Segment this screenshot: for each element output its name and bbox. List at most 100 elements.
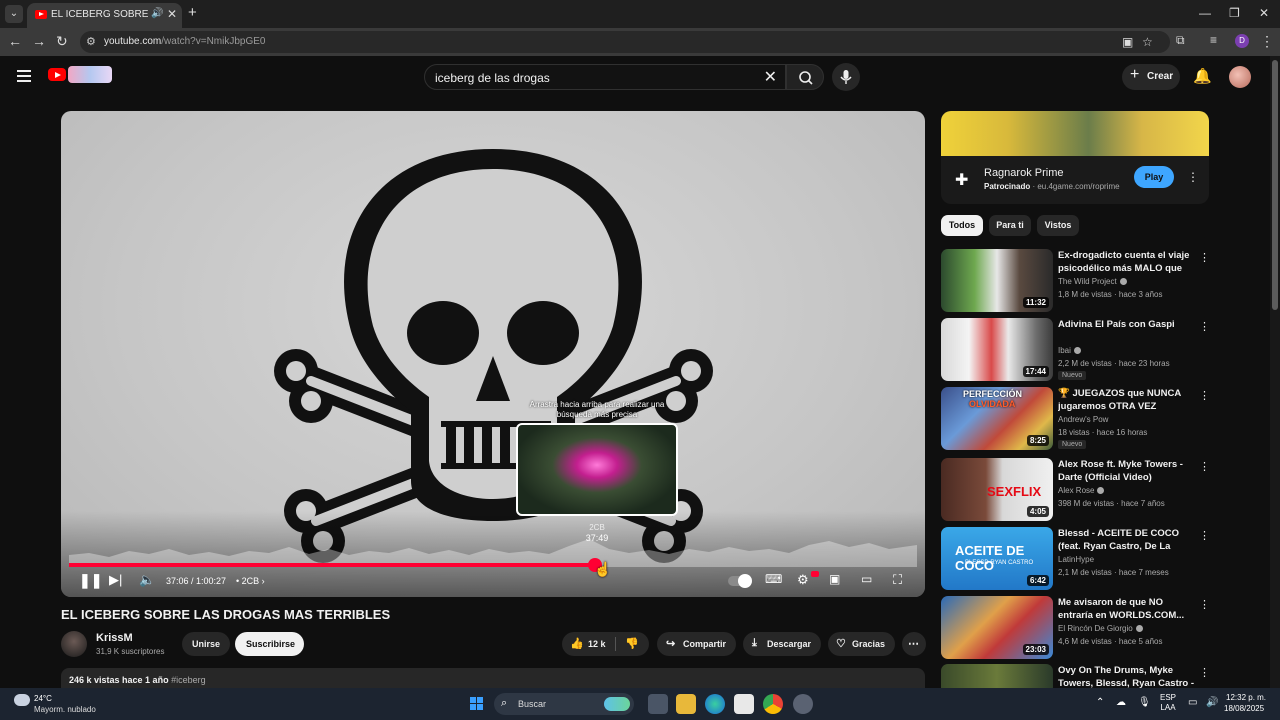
search-button[interactable]	[786, 64, 824, 90]
window-restore-button[interactable]: ❐	[1229, 6, 1240, 20]
rec-more-icon[interactable]: ⋮	[1199, 529, 1210, 542]
like-count[interactable]: 12 k	[588, 639, 606, 649]
share-button[interactable]: ↪ Compartir	[657, 632, 736, 656]
chapter-button[interactable]: • 2CB ›	[236, 576, 265, 586]
menu-icon[interactable]	[17, 70, 31, 82]
ad-play-button[interactable]: Play	[1134, 166, 1174, 188]
profile-avatar-icon[interactable]: D	[1235, 34, 1249, 48]
clock-date[interactable]: 18/08/2025	[1224, 704, 1264, 713]
subtitles-icon[interactable]: ⌨	[765, 572, 782, 586]
theater-mode-icon[interactable]: ▭	[861, 572, 872, 586]
tab-audio-icon[interactable]: 🔊	[151, 8, 163, 19]
video-thumbnail[interactable]: PERFECCIÓN OLVIDADA 8:25	[941, 387, 1053, 450]
autoplay-toggle[interactable]	[728, 574, 752, 588]
rec-channel[interactable]: Ibai	[1058, 346, 1081, 355]
rec-title[interactable]: Alex Rose ft. Myke Towers - Darte (Offic…	[1058, 458, 1196, 484]
media-icon[interactable]: ≡	[1210, 33, 1217, 47]
rec-title[interactable]: Adivina El País con Gaspi	[1058, 318, 1196, 331]
recommendation-item[interactable]: 23:03 Me avisaron de que NO entraría en …	[941, 596, 1216, 662]
video-thumbnail[interactable]: 17:44	[941, 318, 1053, 381]
tray-app-icon[interactable]: ☁	[1116, 697, 1126, 708]
chrome-menu-icon[interactable]: ⋮	[1260, 33, 1274, 50]
video-thumbnail[interactable]	[941, 664, 1053, 688]
rec-more-icon[interactable]: ⋮	[1199, 598, 1210, 611]
weather-description[interactable]: Mayorm. nublado	[34, 705, 96, 714]
create-button[interactable]: + Crear	[1122, 64, 1180, 90]
channel-name[interactable]: KrissM	[96, 632, 133, 644]
ad-more-icon[interactable]: ⋮	[1187, 170, 1199, 184]
rec-channel[interactable]: The Wild Project	[1058, 277, 1127, 286]
rec-more-icon[interactable]: ⋮	[1199, 389, 1210, 402]
weather-cloud-icon[interactable]	[14, 694, 30, 706]
bookmark-star-icon[interactable]: ☆	[1142, 35, 1153, 49]
network-icon[interactable]: ▭	[1188, 697, 1197, 708]
chip-todos[interactable]: Todos	[941, 215, 983, 236]
task-view-icon[interactable]	[648, 694, 668, 714]
rec-title[interactable]: Ovy On The Drums, Myke Towers, Blessd, R…	[1058, 664, 1196, 688]
tray-overflow-icon[interactable]: ⌃	[1096, 697, 1104, 708]
rec-more-icon[interactable]: ⋮	[1199, 460, 1210, 473]
cast-icon[interactable]: ▣	[1122, 35, 1133, 49]
account-avatar[interactable]	[1229, 66, 1251, 88]
chip-vistos[interactable]: Vistos	[1037, 215, 1079, 236]
rec-more-icon[interactable]: ⋮	[1199, 666, 1210, 679]
site-info-icon[interactable]: ⚙	[86, 35, 96, 48]
subscribe-button[interactable]: Suscribirse	[235, 632, 304, 656]
more-actions-button[interactable]: ⋯	[902, 632, 926, 656]
weather-temperature[interactable]: 24°C	[34, 694, 52, 703]
ad-banner-image[interactable]	[941, 111, 1209, 156]
download-button[interactable]: ⤓ Descargar	[743, 632, 821, 656]
progress-bar[interactable]	[69, 558, 917, 572]
recommendation-item[interactable]: SEXFLIX 4:05 Alex Rose ft. Myke Towers -…	[941, 458, 1216, 524]
chrome-icon[interactable]	[763, 694, 783, 714]
next-video-icon[interactable]: ▶|	[109, 572, 122, 588]
settings-gear-icon[interactable]: ⚙	[797, 572, 809, 588]
pause-icon[interactable]: ❚❚	[79, 572, 102, 589]
rec-channel[interactable]: El Rincón De Giorgio	[1058, 624, 1143, 633]
address-bar[interactable]: ⚙ youtube.com/watch?v=NmikJbpGE0 ▣ ☆	[80, 31, 1170, 53]
ad-title[interactable]: Ragnarok Prime	[984, 167, 1063, 179]
channel-avatar[interactable]	[61, 631, 87, 657]
recommendation-item[interactable]: ACEITE DE COCO BLESSD RYAN CASTRO 6:42 B…	[941, 527, 1216, 593]
recommendation-item[interactable]: Ovy On The Drums, Myke Towers, Blessd, R…	[941, 664, 1216, 688]
fullscreen-icon[interactable]: ⛶	[893, 572, 902, 588]
url-text[interactable]: youtube.com/watch?v=NmikJbpGE0	[104, 36, 265, 47]
recommendation-item[interactable]: PERFECCIÓN OLVIDADA 8:25 🏆 JUEGAZOS que …	[941, 387, 1216, 453]
microsoft-store-icon[interactable]	[734, 694, 754, 714]
new-tab-button[interactable]: +	[188, 5, 197, 21]
reload-icon[interactable]: ↻	[56, 33, 68, 50]
search-query[interactable]: iceberg de las drogas	[435, 71, 550, 85]
search-input[interactable]: iceberg de las drogas ✕	[424, 64, 786, 90]
recommendation-item[interactable]: 11:32 Ex-drogadicto cuenta el viaje psic…	[941, 249, 1216, 315]
rec-channel[interactable]: LatinHype	[1058, 555, 1094, 564]
extensions-icon[interactable]: ⧉	[1176, 33, 1185, 48]
rec-more-icon[interactable]: ⋮	[1199, 320, 1210, 333]
file-explorer-icon[interactable]	[676, 694, 696, 714]
taskbar-search[interactable]: ⌕ Buscar	[494, 693, 634, 715]
back-icon[interactable]: ←	[8, 33, 22, 49]
thanks-button[interactable]: ♡ Gracias	[828, 632, 895, 656]
description-box[interactable]: 246 k vistas hace 1 año #iceberg	[61, 668, 925, 690]
dislike-icon[interactable]: 👎	[625, 637, 639, 650]
hashtag-link[interactable]: #iceberg	[171, 675, 206, 685]
like-icon[interactable]: 👍	[570, 637, 584, 650]
window-close-button[interactable]: ✕	[1259, 6, 1269, 20]
microphone-tray-icon[interactable]: 🎙	[1138, 697, 1151, 708]
tab-close-icon[interactable]: ✕	[167, 7, 177, 21]
rec-title[interactable]: Blessd - ACEITE DE COCO (feat. Ryan Cast…	[1058, 527, 1196, 553]
app-icon[interactable]	[793, 694, 813, 714]
ad-card[interactable]: ✚ Ragnarok Prime Patrocinado · eu.4game.…	[941, 156, 1209, 204]
tab-search-button[interactable]: ⌄	[5, 5, 23, 23]
video-thumbnail[interactable]: 23:03	[941, 596, 1053, 659]
page-scrollbar-thumb[interactable]	[1272, 60, 1278, 310]
recommendation-item[interactable]: 17:44 Adivina El País con Gaspi Ibai 2,2…	[941, 318, 1216, 384]
rec-channel[interactable]: Alex Rose	[1058, 486, 1105, 495]
edge-browser-icon[interactable]	[705, 694, 725, 714]
youtube-logo-icon[interactable]	[48, 68, 66, 81]
clock-time[interactable]: 12:32 p. m.	[1226, 693, 1266, 702]
video-thumbnail[interactable]: ACEITE DE COCO BLESSD RYAN CASTRO 6:42	[941, 527, 1053, 590]
rec-more-icon[interactable]: ⋮	[1199, 251, 1210, 264]
video-thumbnail[interactable]: SEXFLIX 4:05	[941, 458, 1053, 521]
rec-title[interactable]: Ex-drogadicto cuenta el viaje psicodélic…	[1058, 249, 1196, 275]
window-minimize-button[interactable]: —	[1199, 6, 1211, 20]
